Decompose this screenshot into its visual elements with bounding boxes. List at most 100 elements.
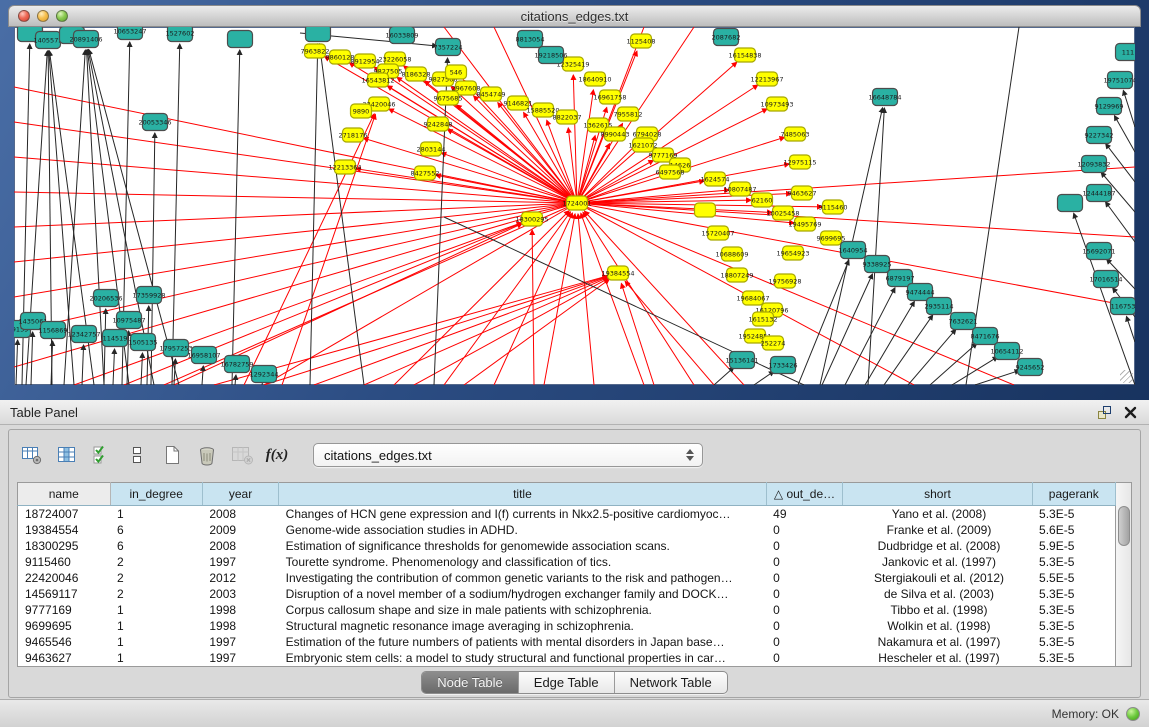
table-cell[interactable]: 6 [110, 522, 202, 538]
table-cell[interactable]: 1 [110, 602, 202, 618]
table-cell[interactable]: Embryonic stem cells: a model to study s… [279, 650, 766, 667]
table-cell[interactable]: Stergiakouli et al. (2012) [843, 570, 1032, 586]
table-cell[interactable]: Changes of HCN gene expression and I(f) … [279, 506, 766, 523]
graph-node-15136141[interactable]: 15136141 [725, 352, 758, 369]
graph-node-1527602[interactable]: 1527602 [166, 27, 195, 42]
graph-node-Y49[interactable] [695, 203, 716, 217]
graph-node-12213364[interactable]: 12213364 [328, 160, 361, 174]
table-cell[interactable]: 5.3E-5 [1032, 634, 1116, 650]
table-selector-dropdown[interactable]: citations_edges.txt [313, 443, 703, 467]
graph-node-8471676[interactable]: 8471676 [971, 328, 1000, 345]
graph-node-7357224[interactable]: 7357224 [434, 39, 463, 56]
column-header-pagerank[interactable]: pagerank [1032, 483, 1116, 506]
graph-edge[interactable] [532, 230, 534, 385]
table-cell[interactable]: 1 [110, 618, 202, 634]
table-cell[interactable]: Tibbo et al. (1998) [843, 602, 1032, 618]
table-row[interactable]: 2242004622012Investigating the contribut… [18, 570, 1116, 586]
table-cell[interactable]: 2008 [202, 538, 278, 554]
column-header-title[interactable]: title [279, 483, 766, 506]
close-panel-icon[interactable] [1121, 403, 1139, 421]
graph-edge[interactable] [82, 345, 84, 385]
graph-node-19756928[interactable]: 19756928 [768, 274, 801, 288]
graph-node-20206536[interactable]: 20206536 [89, 290, 122, 307]
graph-node-6497568[interactable]: 6497568 [656, 165, 685, 179]
graph-node-20053346[interactable]: 20053346 [138, 114, 171, 131]
graph-node-1640954[interactable]: 1640954 [839, 242, 868, 259]
graph-node-12975115[interactable]: 12975115 [783, 155, 816, 169]
column-header-name[interactable]: name [18, 483, 111, 506]
table-cell[interactable]: 2008 [202, 506, 278, 523]
graph-node-16648784[interactable]: 16648784 [868, 89, 901, 106]
table-cell[interactable]: 2 [110, 570, 202, 586]
table-cell[interactable]: 5.3E-5 [1032, 618, 1116, 634]
table-cell[interactable]: 0 [766, 634, 843, 650]
graph-edge[interactable] [314, 277, 608, 385]
graph-node-8186328[interactable]: 8186328 [402, 67, 431, 81]
table-cell[interactable]: 5.6E-5 [1032, 522, 1116, 538]
table-cell[interactable]: 2009 [202, 522, 278, 538]
graph-edge[interactable] [975, 370, 1020, 385]
table-cell[interactable]: 5.9E-5 [1032, 538, 1116, 554]
graph-node-9675685[interactable]: 9675685 [434, 91, 463, 105]
graph-node-8454749[interactable]: 8454749 [477, 87, 506, 101]
graph-node-10653247[interactable]: 10653247 [113, 27, 146, 40]
table-cell[interactable]: 5.5E-5 [1032, 570, 1116, 586]
table-cell[interactable]: 18724007 [18, 506, 111, 523]
table-cell[interactable]: 1998 [202, 602, 278, 618]
table-cell[interactable]: Jankovic et al. (1997) [843, 554, 1032, 570]
graph-edge[interactable] [434, 58, 448, 385]
table-row[interactable]: 1938455462009Genome-wide association stu… [18, 522, 1116, 538]
table-cell[interactable]: 2012 [202, 570, 278, 586]
graph-edge[interactable] [581, 213, 644, 385]
show-columns-icon[interactable] [54, 442, 80, 468]
table-cell[interactable]: Investigating the contribution of common… [279, 570, 766, 586]
graph-node-8822037[interactable]: 8822037 [553, 110, 582, 124]
network-canvas[interactable]: 1724001183002951938455479638228860128891… [14, 27, 1135, 385]
graph-node-114519[interactable]: 114519 [103, 330, 128, 347]
graph-node-16958107[interactable]: 16958107 [187, 347, 220, 364]
column-header-year[interactable]: year [202, 483, 278, 506]
graph-edge[interactable] [1114, 116, 1135, 152]
graph-node-7485063[interactable]: 7485063 [781, 127, 810, 141]
table-cell[interactable]: 5.3E-5 [1032, 586, 1116, 602]
graph-edge[interactable] [141, 353, 142, 385]
select-columns-checklist-icon[interactable] [89, 442, 115, 468]
float-panel-icon[interactable] [1095, 403, 1113, 421]
table-cell[interactable]: 0 [766, 522, 843, 538]
table-cell[interactable]: 1998 [202, 618, 278, 634]
graph-node-2718176[interactable]: 2718176 [339, 128, 368, 142]
table-cell[interactable]: 2003 [202, 586, 278, 602]
delete-icon[interactable] [194, 442, 220, 468]
graph-node-9463627[interactable]: 9463627 [788, 186, 817, 200]
table-cell[interactable]: Dudbridge et al. (2008) [843, 538, 1032, 554]
table-cell[interactable]: Hescheler et al. (1997) [843, 650, 1032, 667]
graph-node-1505135[interactable]: 1505135 [129, 334, 158, 351]
graph-node-1292344[interactable]: 1292344 [250, 366, 279, 383]
tab-network-table[interactable]: Network Table [614, 672, 727, 693]
graph-edge[interactable] [952, 357, 998, 385]
graph-node-111[interactable]: 111 [1116, 44, 1136, 61]
graph-node-62160[interactable]: 62160 [752, 193, 773, 207]
graph-edge[interactable] [930, 343, 977, 385]
graph-node-T7[interactable] [228, 31, 253, 48]
table-cell[interactable]: 9463627 [18, 650, 111, 667]
graph-edge[interactable] [583, 212, 694, 385]
graph-node-10973493[interactable]: 10973493 [760, 97, 793, 111]
table-cell[interactable]: 5.3E-5 [1032, 602, 1116, 618]
graph-node-8427552[interactable]: 8427552 [411, 166, 440, 180]
table-cell[interactable]: 2 [110, 586, 202, 602]
table-cell[interactable]: 6 [110, 538, 202, 554]
graph-node-9242848[interactable]: 9242848 [424, 117, 453, 131]
graph-edge[interactable] [868, 108, 884, 385]
graph-node-10975487[interactable]: 10975487 [112, 312, 145, 329]
graph-node-12093832[interactable]: 12093832 [1077, 156, 1110, 173]
table-cell[interactable]: Corpus callosum shape and size in male p… [279, 602, 766, 618]
table-cell[interactable]: 5.3E-5 [1032, 650, 1116, 667]
graph-edge[interactable] [14, 203, 577, 227]
table-cell[interactable]: 0 [766, 618, 843, 634]
graph-edge[interactable] [1123, 90, 1135, 127]
table-cell[interactable]: Nakamura et al. (1997) [843, 634, 1032, 650]
graph-node-2087682[interactable]: 2087682 [712, 29, 741, 46]
graph-edge[interactable] [798, 260, 849, 385]
table-row[interactable]: 1830029562008Estimation of significance … [18, 538, 1116, 554]
